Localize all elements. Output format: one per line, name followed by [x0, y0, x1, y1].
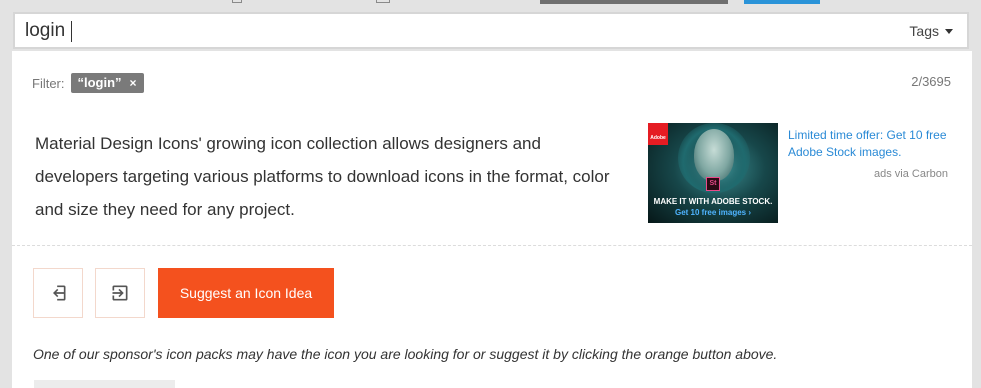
search-input[interactable]	[25, 18, 845, 44]
ad-image-face	[694, 129, 734, 181]
description-text: Material Design Icons' growing icon coll…	[35, 134, 610, 219]
icon-card-exit-to-app[interactable]	[95, 268, 145, 318]
login-icon	[53, 285, 66, 301]
filter-row: Filter: “login” ×	[32, 73, 144, 93]
sponsor-note: One of our sponsor's icon packs may have…	[33, 346, 778, 362]
tags-dropdown-label: Tags	[909, 23, 939, 39]
search-bar: Tags	[13, 12, 969, 49]
ad-link[interactable]: Limited time offer: Get 10 free Adobe St…	[788, 127, 953, 161]
toolbar-fragment-icon	[376, 0, 390, 3]
toolbar-fragment-button-blue[interactable]	[744, 0, 820, 4]
result-count: 2/3695	[911, 74, 951, 89]
top-toolbar-fragment	[0, 0, 981, 8]
ad-image-cta: Get 10 free images ›	[674, 208, 752, 217]
ad-attribution[interactable]: ads via Carbon	[874, 168, 948, 180]
adobe-stock-badge: St	[706, 177, 720, 191]
placeholder-block	[34, 380, 175, 388]
filter-chip: “login” ×	[70, 73, 144, 93]
suggest-icon-button[interactable]: Suggest an Icon Idea	[158, 268, 334, 318]
adobe-logo: Adobe	[648, 123, 668, 145]
tags-dropdown[interactable]: Tags	[909, 23, 953, 39]
exit-to-app-icon	[112, 285, 128, 301]
ad-image[interactable]: Adobe St MAKE IT WITH ADOBE STOCK. Get 1…	[648, 123, 778, 223]
results-panel: Filter: “login” × 2/3695 Material Design…	[12, 51, 972, 388]
close-icon[interactable]: ×	[130, 76, 137, 90]
section-divider	[12, 245, 972, 246]
filter-chip-text: “login”	[77, 75, 122, 90]
ad-image-headline: MAKE IT WITH ADOBE STOCK.	[653, 197, 773, 206]
toolbar-fragment-icon	[232, 0, 242, 3]
filter-label: Filter:	[32, 75, 65, 91]
toolbar-fragment-button[interactable]	[540, 0, 728, 4]
icon-card-login[interactable]	[33, 268, 83, 318]
text-caret	[71, 21, 72, 42]
caret-down-icon	[945, 28, 953, 34]
